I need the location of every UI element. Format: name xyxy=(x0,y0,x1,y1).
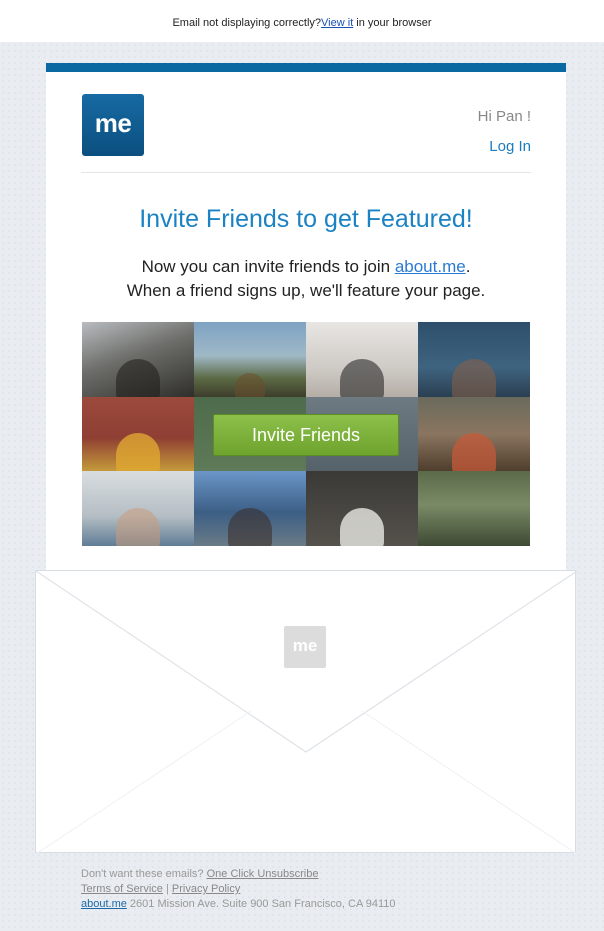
photo-tile xyxy=(82,471,194,546)
company-address: 2601 Mission Ave. Suite 900 San Francisc… xyxy=(126,898,396,910)
email-card: me Hi Pan ! Log In Invite Friends to get… xyxy=(46,63,566,583)
photo-tile xyxy=(194,322,306,397)
topbar-suffix: in your browser xyxy=(353,17,432,29)
intro-line1: Now you can invite friends to join xyxy=(141,257,395,276)
legal-links: Terms of Service | Privacy Policy xyxy=(81,882,396,897)
legal-separator: | xyxy=(162,883,172,895)
topbar-text: Email not displaying correctly? xyxy=(172,17,322,29)
email-footer: Don't want these emails? One Click Unsub… xyxy=(81,867,396,912)
page-title: Invite Friends to get Featured! xyxy=(139,205,473,233)
privacy-link[interactable]: Privacy Policy xyxy=(172,883,240,895)
about-me-link[interactable]: about.me xyxy=(395,257,466,276)
unsubscribe-line: Don't want these emails? One Click Unsub… xyxy=(81,867,396,882)
about-me-logo[interactable]: me xyxy=(82,94,144,156)
photo-tile xyxy=(306,322,418,397)
photo-tile xyxy=(418,471,530,546)
login-link[interactable]: Log In xyxy=(489,138,531,155)
greeting-text: Hi Pan ! xyxy=(477,108,531,125)
photo-tile xyxy=(418,396,530,472)
view-in-browser-link[interactable]: View it xyxy=(321,17,353,29)
unsubscribe-link[interactable]: One Click Unsubscribe xyxy=(207,868,319,880)
envelope-logo: me xyxy=(284,626,326,668)
photo-tile xyxy=(418,322,530,397)
header-divider xyxy=(81,172,531,173)
intro-text: Now you can invite friends to join about… xyxy=(46,255,566,303)
photo-tile xyxy=(306,471,418,546)
envelope-graphic: me xyxy=(35,570,577,854)
photo-tile xyxy=(82,396,194,472)
about-me-footer-link[interactable]: about.me xyxy=(81,898,127,910)
terms-link[interactable]: Terms of Service xyxy=(81,883,163,895)
address-line: about.me 2601 Mission Ave. Suite 900 San… xyxy=(81,897,396,912)
browser-view-bar: Email not displaying correctly?View it i… xyxy=(0,0,604,42)
photo-tile xyxy=(194,471,306,546)
intro-line2: When a friend signs up, we'll feature yo… xyxy=(126,281,486,300)
invite-friends-button[interactable]: Invite Friends xyxy=(213,414,399,456)
envelope-lines xyxy=(36,571,577,854)
photo-tile xyxy=(82,322,194,397)
intro-line1-end: . xyxy=(465,257,471,276)
unsubscribe-prefix: Don't want these emails? xyxy=(81,868,207,880)
